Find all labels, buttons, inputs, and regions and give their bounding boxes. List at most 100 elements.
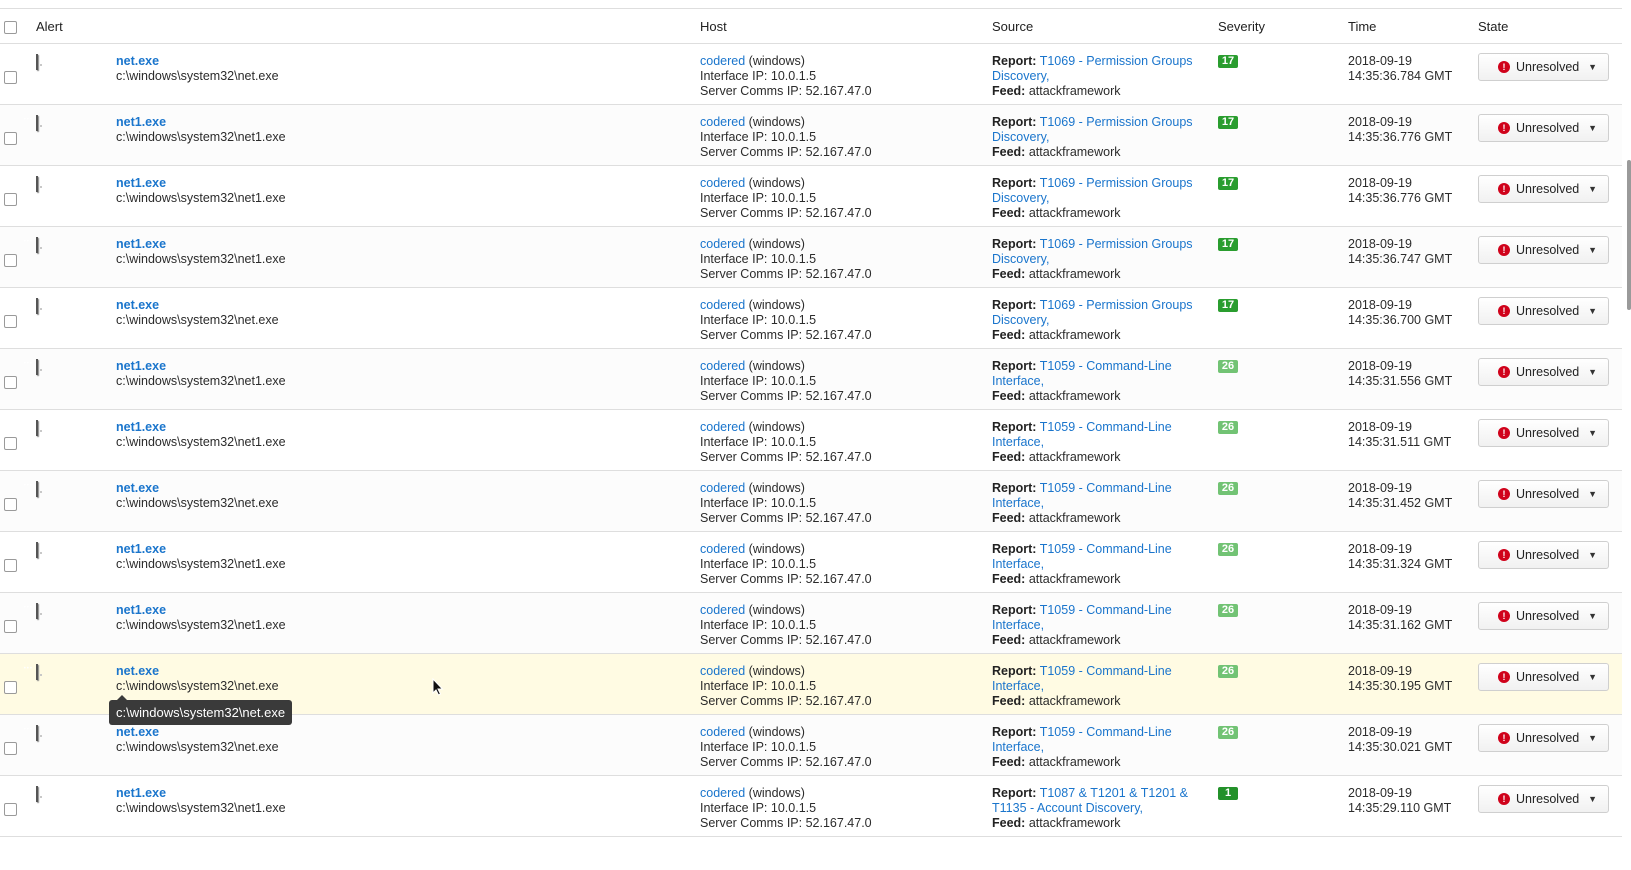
report-link[interactable]: T1059 - Command-Line [1040,481,1172,495]
column-header-severity[interactable]: Severity [1218,19,1265,34]
state-dropdown-button[interactable]: ! Unresolved ▼ [1478,785,1609,813]
table-row[interactable]: ••• net1.exe c:\windows\system32\net1.ex… [0,776,1622,837]
host-link[interactable]: codered [700,54,745,68]
process-name-link[interactable]: net1.exe [116,115,166,129]
report-link-cont[interactable]: Discovery, [992,130,1049,144]
state-dropdown-button[interactable]: ! Unresolved ▼ [1478,541,1609,569]
row-checkbox[interactable] [4,742,17,755]
report-link-cont[interactable]: Discovery, [992,252,1049,266]
host-link[interactable]: codered [700,786,745,800]
row-checkbox[interactable] [4,132,17,145]
column-header-alert[interactable]: Alert [36,19,63,34]
host-link[interactable]: codered [700,359,745,373]
alert-cell: net.exe c:\windows\system32\net.exe [116,298,279,328]
host-os: (windows) [748,359,805,373]
report-link[interactable]: T1069 - Permission Groups [1040,298,1193,312]
report-link[interactable]: T1087 & T1201 & T1201 & [1040,786,1188,800]
row-checkbox[interactable] [4,681,17,694]
state-dropdown-button[interactable]: ! Unresolved ▼ [1478,724,1609,752]
host-link[interactable]: codered [700,481,745,495]
process-name-link[interactable]: net1.exe [116,420,166,434]
state-dropdown-button[interactable]: ! Unresolved ▼ [1478,419,1609,447]
report-link[interactable]: T1069 - Permission Groups [1040,54,1193,68]
table-row[interactable]: ••• net1.exe c:\windows\system32\net1.ex… [0,166,1622,227]
process-name-link[interactable]: net.exe [116,725,159,739]
row-checkbox[interactable] [4,376,17,389]
state-dropdown-button[interactable]: ! Unresolved ▼ [1478,297,1609,325]
process-name-link[interactable]: net1.exe [116,176,166,190]
report-link-cont[interactable]: T1135 - Account Discovery, [992,801,1143,815]
table-row[interactable]: ••• net.exe c:\windows\system32\net.exe … [0,288,1622,349]
report-link-cont[interactable]: Interface, [992,679,1044,693]
state-dropdown-button[interactable]: ! Unresolved ▼ [1478,114,1609,142]
table-row[interactable]: ••• net1.exe c:\windows\system32\net1.ex… [0,410,1622,471]
host-link[interactable]: codered [700,542,745,556]
process-name-link[interactable]: net.exe [116,664,159,678]
report-link[interactable]: T1069 - Permission Groups [1040,237,1193,251]
column-header-host[interactable]: Host [700,19,727,34]
row-checkbox[interactable] [4,71,17,84]
host-link[interactable]: codered [700,115,745,129]
state-dropdown-button[interactable]: ! Unresolved ▼ [1478,663,1609,691]
report-link[interactable]: T1059 - Command-Line [1040,359,1172,373]
host-link[interactable]: codered [700,237,745,251]
process-name-link[interactable]: net1.exe [116,359,166,373]
report-link-cont[interactable]: Interface, [992,618,1044,632]
row-checkbox[interactable] [4,254,17,267]
state-dropdown-button[interactable]: ! Unresolved ▼ [1478,236,1609,264]
row-checkbox[interactable] [4,193,17,206]
process-name-link[interactable]: net.exe [116,481,159,495]
state-dropdown-button[interactable]: ! Unresolved ▼ [1478,53,1609,81]
scrollbar[interactable] [1627,160,1631,310]
column-header-source[interactable]: Source [992,19,1033,34]
host-link[interactable]: codered [700,603,745,617]
row-checkbox[interactable] [4,437,17,450]
state-dropdown-button[interactable]: ! Unresolved ▼ [1478,175,1609,203]
report-link[interactable]: T1059 - Command-Line [1040,542,1172,556]
host-link[interactable]: codered [700,176,745,190]
report-link-cont[interactable]: Discovery, [992,191,1049,205]
column-header-state[interactable]: State [1478,19,1508,34]
process-name-link[interactable]: net1.exe [116,603,166,617]
state-dropdown-button[interactable]: ! Unresolved ▼ [1478,602,1609,630]
report-link[interactable]: T1059 - Command-Line [1040,664,1172,678]
host-link[interactable]: codered [700,725,745,739]
report-link-cont[interactable]: Interface, [992,374,1044,388]
table-row[interactable]: ••• net.exe c:\windows\system32\net.exe … [0,471,1622,532]
process-name-link[interactable]: net1.exe [116,786,166,800]
report-link[interactable]: T1069 - Permission Groups [1040,115,1193,129]
report-link-cont[interactable]: Discovery, [992,313,1049,327]
feed-value: attackframework [1028,84,1121,98]
table-row[interactable]: ••• net1.exe c:\windows\system32\net1.ex… [0,227,1622,288]
report-link[interactable]: T1059 - Command-Line [1040,603,1172,617]
row-checkbox[interactable] [4,620,17,633]
column-header-time[interactable]: Time [1348,19,1376,34]
host-link[interactable]: codered [700,298,745,312]
process-name-link[interactable]: net.exe [116,54,159,68]
report-link-cont[interactable]: Interface, [992,435,1044,449]
process-name-link[interactable]: net1.exe [116,237,166,251]
select-all-checkbox[interactable] [4,21,17,34]
state-dropdown-button[interactable]: ! Unresolved ▼ [1478,358,1609,386]
process-name-link[interactable]: net.exe [116,298,159,312]
report-link-cont[interactable]: Interface, [992,496,1044,510]
report-link-cont[interactable]: Interface, [992,557,1044,571]
state-dropdown-button[interactable]: ! Unresolved ▼ [1478,480,1609,508]
table-row[interactable]: ••• net1.exe c:\windows\system32\net1.ex… [0,593,1622,654]
host-link[interactable]: codered [700,420,745,434]
row-checkbox[interactable] [4,498,17,511]
table-row[interactable]: ••• net.exe c:\windows\system32\net.exe … [0,44,1622,105]
report-link[interactable]: T1069 - Permission Groups [1040,176,1193,190]
report-link-cont[interactable]: Discovery, [992,69,1049,83]
row-checkbox[interactable] [4,559,17,572]
row-checkbox[interactable] [4,315,17,328]
table-row[interactable]: ••• net1.exe c:\windows\system32\net1.ex… [0,532,1622,593]
process-name-link[interactable]: net1.exe [116,542,166,556]
report-link[interactable]: T1059 - Command-Line [1040,725,1172,739]
table-row[interactable]: ••• net1.exe c:\windows\system32\net1.ex… [0,105,1622,166]
report-link[interactable]: T1059 - Command-Line [1040,420,1172,434]
row-checkbox[interactable] [4,803,17,816]
table-row[interactable]: ••• net1.exe c:\windows\system32\net1.ex… [0,349,1622,410]
host-link[interactable]: codered [700,664,745,678]
report-link-cont[interactable]: Interface, [992,740,1044,754]
